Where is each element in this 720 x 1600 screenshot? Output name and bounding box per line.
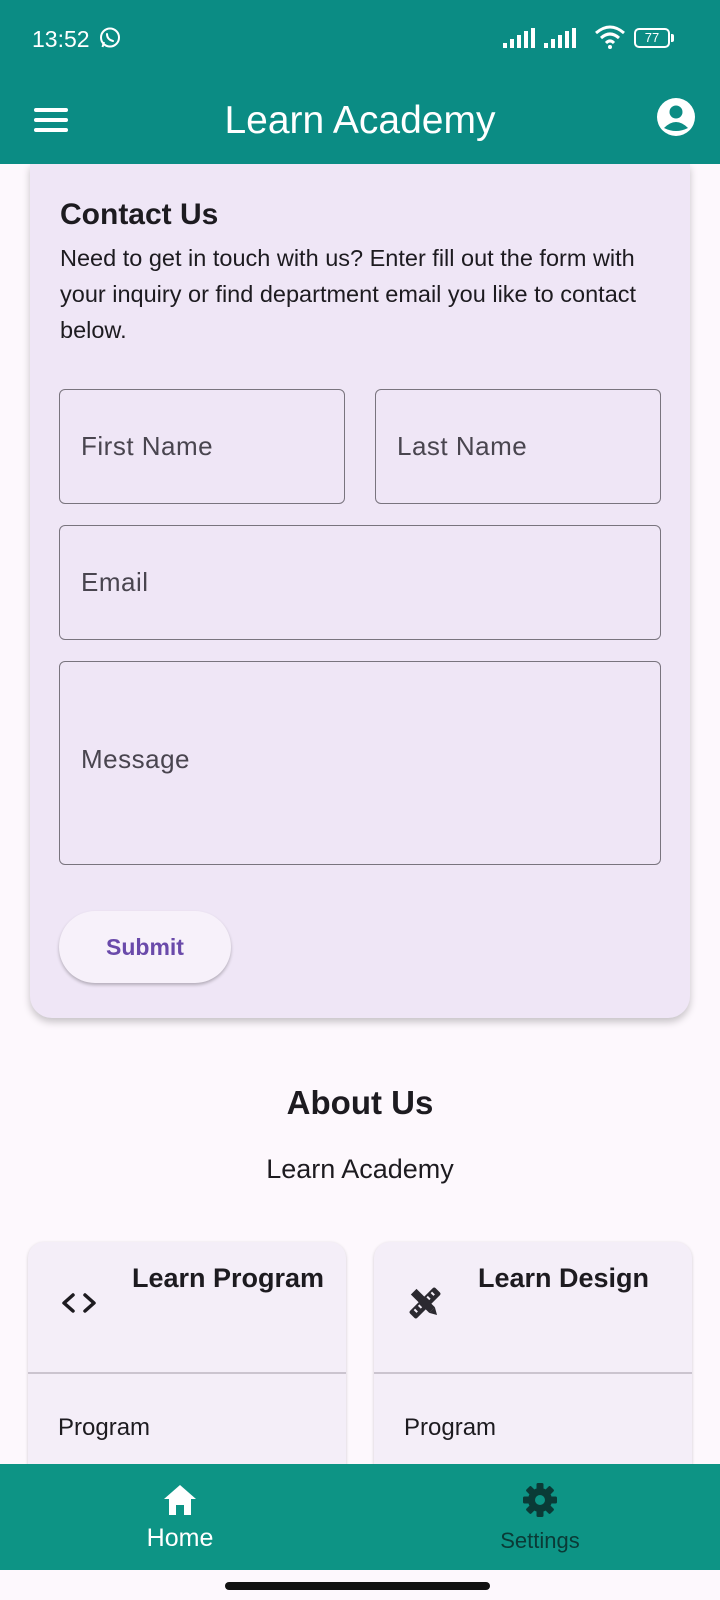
account-icon[interactable] bbox=[656, 97, 696, 137]
first-name-field[interactable] bbox=[59, 389, 345, 504]
nav-item-home[interactable]: Home bbox=[0, 1464, 360, 1570]
contact-title: Contact Us bbox=[60, 198, 219, 231]
course-line: Program bbox=[58, 1414, 151, 1441]
course-title: Learn Program bbox=[132, 1263, 325, 1293]
contact-card: Contact Us Need to get in touch with us?… bbox=[30, 164, 690, 1018]
course-title: Learn Design bbox=[478, 1263, 650, 1293]
battery-level: 77 bbox=[644, 30, 660, 45]
design-tools-icon bbox=[409, 1287, 441, 1319]
gear-icon bbox=[523, 1483, 557, 1517]
signal-icon bbox=[544, 28, 576, 48]
scroll-content[interactable]: Contact Us Need to get in touch with us?… bbox=[0, 164, 720, 1464]
app-title: Learn Academy bbox=[224, 99, 496, 142]
app-bar: Learn Academy bbox=[0, 78, 720, 164]
wifi-icon bbox=[595, 25, 625, 49]
battery-icon: 77 bbox=[634, 28, 674, 48]
email-input[interactable] bbox=[60, 526, 660, 639]
status-bar: 13:52 77 bbox=[0, 0, 720, 78]
home-icon bbox=[164, 1485, 196, 1515]
last-name-input[interactable] bbox=[376, 390, 660, 503]
course-card-learn-program[interactable]: Learn Program Program bbox=[28, 1242, 346, 1464]
course-card-learn-design[interactable]: Learn Design Program bbox=[374, 1242, 692, 1464]
whatsapp-icon bbox=[100, 27, 120, 48]
about-title: About Us bbox=[286, 1084, 434, 1121]
nav-label-home: Home bbox=[146, 1524, 214, 1552]
bottom-navigation: Home Settings bbox=[0, 1464, 720, 1570]
code-icon bbox=[62, 1293, 96, 1313]
status-time: 13:52 bbox=[32, 26, 90, 52]
message-input[interactable] bbox=[60, 662, 660, 864]
nav-label-settings: Settings bbox=[500, 1528, 580, 1553]
email-field[interactable] bbox=[59, 525, 661, 640]
message-field[interactable] bbox=[59, 661, 661, 865]
nav-item-settings[interactable]: Settings bbox=[360, 1464, 720, 1570]
about-subtitle: Learn Academy bbox=[266, 1154, 454, 1184]
signal-icon bbox=[503, 28, 535, 48]
contact-description: Need to get in touch with us? Enter fill… bbox=[60, 245, 637, 343]
gesture-bar[interactable] bbox=[225, 1582, 490, 1590]
first-name-input[interactable] bbox=[60, 390, 344, 503]
submit-button[interactable]: Submit bbox=[59, 911, 231, 983]
divider bbox=[28, 1372, 346, 1374]
divider bbox=[374, 1372, 692, 1374]
course-line: Program bbox=[404, 1414, 497, 1441]
last-name-field[interactable] bbox=[375, 389, 661, 504]
